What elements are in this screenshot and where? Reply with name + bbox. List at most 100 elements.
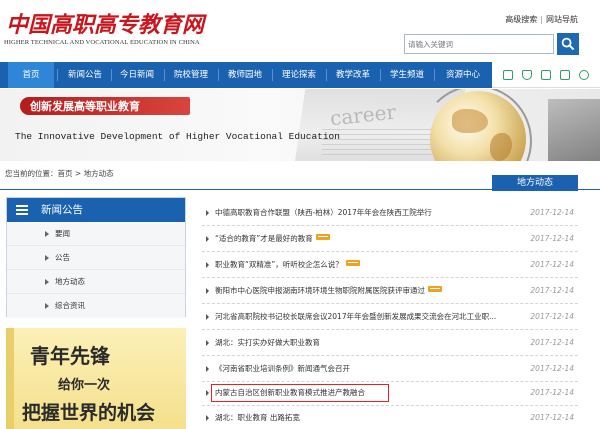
nav-item-teaching-reform[interactable]: 教学改革 — [330, 62, 376, 88]
news-title-text[interactable]: 衡阳市中心医院申报湖南环境环境生物职院附属医院获评审通过 — [215, 286, 425, 295]
news-row[interactable]: 中德高职教育合作联盟（陕西-柏林）2017年年会在陕西工院举行 2017-12-… — [202, 200, 578, 226]
globe-landmass — [452, 109, 488, 133]
nav-divider — [380, 69, 381, 81]
site-header: 中国高职高专教育网 HIGHER TECHNICAL AND VOCATIONA… — [0, 0, 600, 60]
ad-tagline: 把握世界的机会 — [22, 402, 156, 424]
news-title[interactable]: 中德高职教育合作联盟（陕西-柏林）2017年年会在陕西工院举行 — [215, 200, 432, 226]
triangle-bullet-icon — [45, 303, 49, 309]
ad-headline: 青年先锋 — [30, 344, 110, 368]
image-icon[interactable] — [560, 70, 570, 80]
news-title[interactable]: 《河南省职业培训条例》新闻通气会召开 — [215, 356, 350, 382]
triangle-bullet-icon — [206, 390, 209, 396]
new-badge-icon — [315, 234, 330, 240]
news-date: 2017-12-14 — [530, 286, 574, 295]
nav-item-students[interactable]: 学生频道 — [384, 62, 430, 88]
sidebar-item-label: 公告 — [55, 253, 70, 262]
news-date: 2017-12-14 — [530, 413, 574, 422]
news-title[interactable]: 衡阳市中心医院申报湖南环境环境生物职院附属医院获评审通过 — [215, 278, 442, 304]
highlight-box — [211, 384, 389, 402]
news-title[interactable]: “适合的教育”才是最好的教育 — [215, 226, 330, 252]
search-box — [404, 34, 554, 54]
triangle-bullet-icon — [206, 236, 209, 242]
site-map-link[interactable]: 网站导航 — [546, 14, 578, 25]
search-input[interactable] — [405, 35, 553, 53]
nav-divider — [272, 69, 273, 81]
breadcrumb-current[interactable]: 地方动态 — [84, 168, 114, 179]
advanced-search-link[interactable]: 高级搜索 — [505, 14, 537, 25]
sidebar-item-label: 要闻 — [55, 229, 70, 238]
grid-icon[interactable] — [503, 70, 513, 80]
news-row[interactable]: “适合的教育”才是最好的教育 2017-12-14 — [202, 226, 578, 252]
triangle-bullet-icon — [45, 279, 49, 285]
sidebar-item-label: 地方动态 — [55, 277, 85, 286]
banner-subtitle: The Innovative Development of Higher Voc… — [15, 131, 340, 142]
search-icon — [561, 37, 575, 51]
site-logo-english: HIGHER TECHNICAL AND VOCATIONAL EDUCATIO… — [4, 39, 200, 46]
nav-divider — [326, 69, 327, 81]
nav-item-home[interactable]: 首页 — [8, 62, 54, 88]
breadcrumb-home[interactable]: 首页 — [58, 168, 73, 179]
news-date: 2017-12-14 — [530, 234, 574, 243]
triangle-bullet-icon — [206, 366, 209, 372]
triangle-bullet-icon — [206, 314, 209, 320]
triangle-bullet-icon — [206, 288, 209, 294]
news-date: 2017-12-14 — [530, 364, 574, 373]
nav-divider — [434, 69, 435, 81]
news-row[interactable]: 河北省高职院校书记校长联席会议2017年年会暨创新发展成果交流会在河北工业职..… — [202, 304, 578, 330]
section-title: 地方动态 — [492, 175, 578, 191]
ad-subline: 给你一次 — [58, 378, 111, 393]
nav-item-news-notices[interactable]: 新闻公告 — [62, 62, 108, 88]
nav-tools — [492, 62, 600, 88]
breadcrumb-separator: > — [74, 169, 82, 178]
sidebar-header: 新闻公告 — [7, 198, 185, 222]
triangle-bullet-icon — [45, 231, 49, 237]
news-title[interactable]: 湖北：职业教育 出路拓宽 — [215, 405, 300, 429]
news-row[interactable]: 衡阳市中心医院申报湖南环境环境生物职院附属医院获评审通过 2017-12-14 — [202, 278, 578, 304]
sidebar-item-local-news[interactable]: 地方动态 — [7, 270, 185, 294]
breadcrumb-prefix: 您当前的位置： — [5, 169, 58, 178]
nav-item-teachers[interactable]: 教师园地 — [222, 62, 268, 88]
nav-item-school-management[interactable]: 院校管理 — [168, 62, 214, 88]
shield-icon[interactable] — [522, 70, 532, 80]
new-badge-icon — [428, 286, 442, 292]
banner-title: 创新发展高等职业教育 — [30, 100, 140, 113]
news-title[interactable]: 河北省高职院校书记校长联席会议2017年年会暨创新发展成果交流会在河北工业职..… — [215, 304, 496, 330]
link-separator: | — [540, 15, 543, 24]
nav-divider — [111, 69, 112, 81]
news-date: 2017-12-14 — [530, 208, 574, 217]
search-button[interactable] — [557, 33, 579, 55]
site-logo[interactable]: 中国高职高专教育网 — [6, 7, 204, 39]
news-row[interactable]: 湖北：实打实办好做大职业教育 2017-12-14 — [202, 330, 578, 356]
news-row[interactable]: 职业教育“双精准”，听听校企怎么说？ 2017-12-14 — [202, 252, 578, 278]
nav-divider — [218, 69, 219, 81]
news-row[interactable]: 湖北：职业教育 出路拓宽 2017-12-14 — [202, 405, 578, 429]
nav-item-today-news[interactable]: 今日新闻 — [114, 62, 160, 88]
triangle-bullet-icon — [45, 255, 49, 261]
triangle-bullet-icon — [206, 415, 209, 421]
news-title[interactable]: 职业教育“双精准”，听听校企怎么说？ — [215, 252, 360, 278]
list-icon — [16, 205, 28, 215]
news-title[interactable]: 湖北：实打实办好做大职业教育 — [215, 330, 320, 356]
news-title-text[interactable]: 职业教育“双精准”，听听校企怎么说？ — [215, 260, 343, 269]
breadcrumb: 您当前的位置：首页 > 地方动态 — [5, 168, 114, 179]
triangle-bullet-icon — [206, 210, 209, 216]
new-badge-icon — [345, 260, 360, 266]
news-date: 2017-12-14 — [530, 388, 574, 397]
news-title-text[interactable]: “适合的教育”才是最好的教育 — [215, 234, 313, 243]
laptop-image — [548, 99, 600, 161]
nav-divider — [57, 69, 58, 81]
triangle-bullet-icon — [206, 262, 209, 268]
gear-icon[interactable] — [579, 70, 589, 80]
sidebar-item-general[interactable]: 综合资讯 — [7, 294, 185, 318]
nav-item-resources[interactable]: 资源中心 — [438, 62, 488, 88]
copy-icon[interactable] — [541, 70, 551, 80]
news-row[interactable]: 《河南省职业培训条例》新闻通气会召开 2017-12-14 — [202, 356, 578, 382]
news-date: 2017-12-14 — [530, 260, 574, 269]
triangle-bullet-icon — [206, 340, 209, 346]
sidebar-item-headlines[interactable]: 要闻 — [7, 222, 185, 246]
sidebar-item-label: 综合资讯 — [55, 301, 85, 310]
nav-item-theory[interactable]: 理论探索 — [276, 62, 322, 88]
sidebar-title: 新闻公告 — [41, 204, 83, 216]
sidebar-item-notices[interactable]: 公告 — [7, 246, 185, 270]
top-links: 高级搜索 | 网站导航 — [505, 14, 578, 25]
